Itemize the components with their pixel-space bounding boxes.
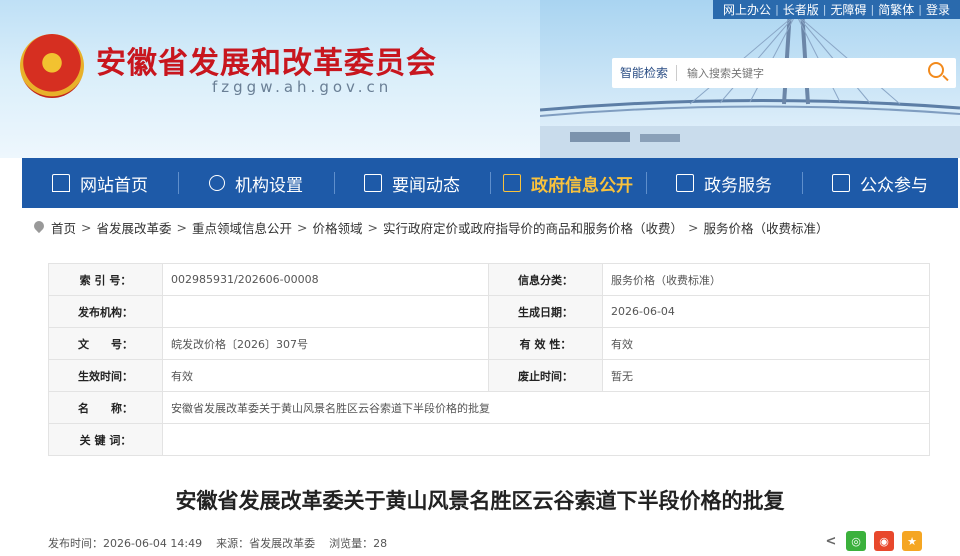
docno-label: 文 号：: [48, 327, 163, 360]
table-row: 文 号： 皖发改价格〔2026〕307号 有 效 性： 有效: [48, 327, 930, 360]
search-input[interactable]: [677, 66, 908, 80]
breadcrumb-key-areas[interactable]: 重点领域信息公开: [191, 218, 293, 237]
national-emblem-logo: [20, 34, 84, 98]
location-pin-icon: [34, 221, 44, 234]
nav-organization[interactable]: 机构设置: [178, 158, 334, 208]
validity-value: 有效: [602, 327, 930, 360]
validity-label: 有 效 性：: [488, 327, 603, 360]
publisher-value: [162, 295, 489, 328]
wechat-share-icon[interactable]: ◎: [846, 531, 866, 551]
table-row: 名 称： 安徽省发展改革委关于黄山风景名胜区云谷索道下半段价格的批复: [48, 391, 930, 424]
service-icon: [676, 174, 694, 192]
share-bar: < ◎ ◉ ★: [824, 531, 922, 551]
breadcrumb-service-price[interactable]: 服务价格（收费标准）: [703, 218, 830, 237]
category-label: 信息分类：: [488, 263, 603, 296]
breadcrumb-price[interactable]: 价格领域: [312, 218, 364, 237]
login-link[interactable]: 登录: [922, 1, 954, 18]
site-domain: fzggw.ah.gov.cn: [212, 78, 393, 96]
breadcrumb-home[interactable]: 首页: [50, 218, 77, 237]
source: 来源：省发展改革委: [216, 537, 316, 550]
home-icon: [52, 174, 70, 192]
participation-icon: [832, 174, 850, 192]
nav-home[interactable]: 网站首页: [22, 158, 178, 208]
site-header: 网上办公 | 长者版 | 无障碍 | 简繁体 | 登录 安徽省发展和改革委员会 fzgg…: [0, 0, 960, 158]
site-title[interactable]: 安徽省发展和改革委员会: [96, 38, 437, 82]
nav-info-disclosure[interactable]: 政府信息公开: [490, 158, 646, 208]
category-value: 服务价格（收费标准）: [602, 263, 930, 296]
nav-label: 政府信息公开: [531, 175, 633, 196]
table-row: 生效时间： 有效 废止时间： 暂无: [48, 359, 930, 392]
publisher-label: 发布机构：: [48, 295, 163, 328]
main-nav: 网站首页 机构设置 要闻动态 政府信息公开 政务服务 公众参与: [22, 158, 958, 208]
elderly-version-link[interactable]: 长者版: [779, 1, 823, 18]
name-label: 名 称：: [48, 391, 163, 424]
index-label: 索 引 号：: [48, 263, 163, 296]
nav-news[interactable]: 要闻动态: [334, 158, 490, 208]
top-utility-bar: 网上办公 | 长者版 | 无障碍 | 简繁体 | 登录: [713, 0, 960, 19]
search-box: 智能检索: [612, 58, 956, 88]
nav-label: 机构设置: [235, 175, 303, 196]
info-disclosure-icon: [503, 174, 521, 192]
article-title: 安徽省发展改革委关于黄山风景名胜区云谷索道下半段价格的批复: [175, 489, 785, 513]
accessibility-link[interactable]: 无障碍: [827, 1, 871, 18]
nav-label: 公众参与: [860, 175, 928, 196]
article-meta: 发布时间：2026-06-04 14:49 来源：省发展改革委 浏览量：28: [48, 535, 387, 551]
simplified-traditional-link[interactable]: 简繁体: [874, 1, 918, 18]
nav-label: 要闻动态: [392, 175, 460, 196]
view-count: 浏览量：28: [329, 537, 388, 550]
search-button[interactable]: [924, 59, 952, 87]
effective-label: 生效时间：: [48, 359, 163, 392]
online-office-link[interactable]: 网上办公: [719, 1, 775, 18]
effective-value: 有效: [162, 359, 489, 392]
weibo-share-icon[interactable]: ◉: [874, 531, 894, 551]
repeal-value: 暂无: [602, 359, 930, 392]
date-value: 2026-06-04: [602, 295, 930, 328]
table-row: 关 键 词：: [48, 423, 930, 456]
nav-label: 网站首页: [80, 175, 148, 196]
publish-time: 发布时间：2026-06-04 14:49: [48, 537, 203, 550]
table-row: 索 引 号： 002985931/202606-00008 信息分类： 服务价格…: [48, 263, 930, 296]
org-chart-icon: [209, 175, 225, 191]
index-value: 002985931/202606-00008: [162, 263, 489, 296]
document-info-table: 索 引 号： 002985931/202606-00008 信息分类： 服务价格…: [48, 263, 930, 456]
news-icon: [364, 174, 382, 192]
share-icon[interactable]: <: [824, 531, 838, 551]
nav-services[interactable]: 政务服务: [646, 158, 802, 208]
nav-label: 政务服务: [704, 175, 772, 196]
keywords-value: [162, 423, 930, 456]
breadcrumb-pricing-catalog[interactable]: 实行政府定价或政府指导价的商品和服务价格（收费）: [382, 218, 684, 237]
smart-search-label[interactable]: 智能检索: [612, 65, 678, 81]
nav-participation[interactable]: 公众参与: [802, 158, 958, 208]
qzone-share-icon[interactable]: ★: [902, 531, 922, 551]
name-value: 安徽省发展改革委关于黄山风景名胜区云谷索道下半段价格的批复: [162, 391, 930, 424]
breadcrumb-commission[interactable]: 省发展改革委: [96, 218, 173, 237]
keywords-label: 关 键 词：: [48, 423, 163, 456]
breadcrumb: 首页 > 省发展改革委 > 重点领域信息公开 > 价格领域 > 实行政府定价或政…: [34, 218, 830, 237]
docno-value: 皖发改价格〔2026〕307号: [162, 327, 489, 360]
repeal-label: 废止时间：: [488, 359, 603, 392]
table-row: 发布机构： 生成日期： 2026-06-04: [48, 295, 930, 328]
date-label: 生成日期：: [488, 295, 603, 328]
